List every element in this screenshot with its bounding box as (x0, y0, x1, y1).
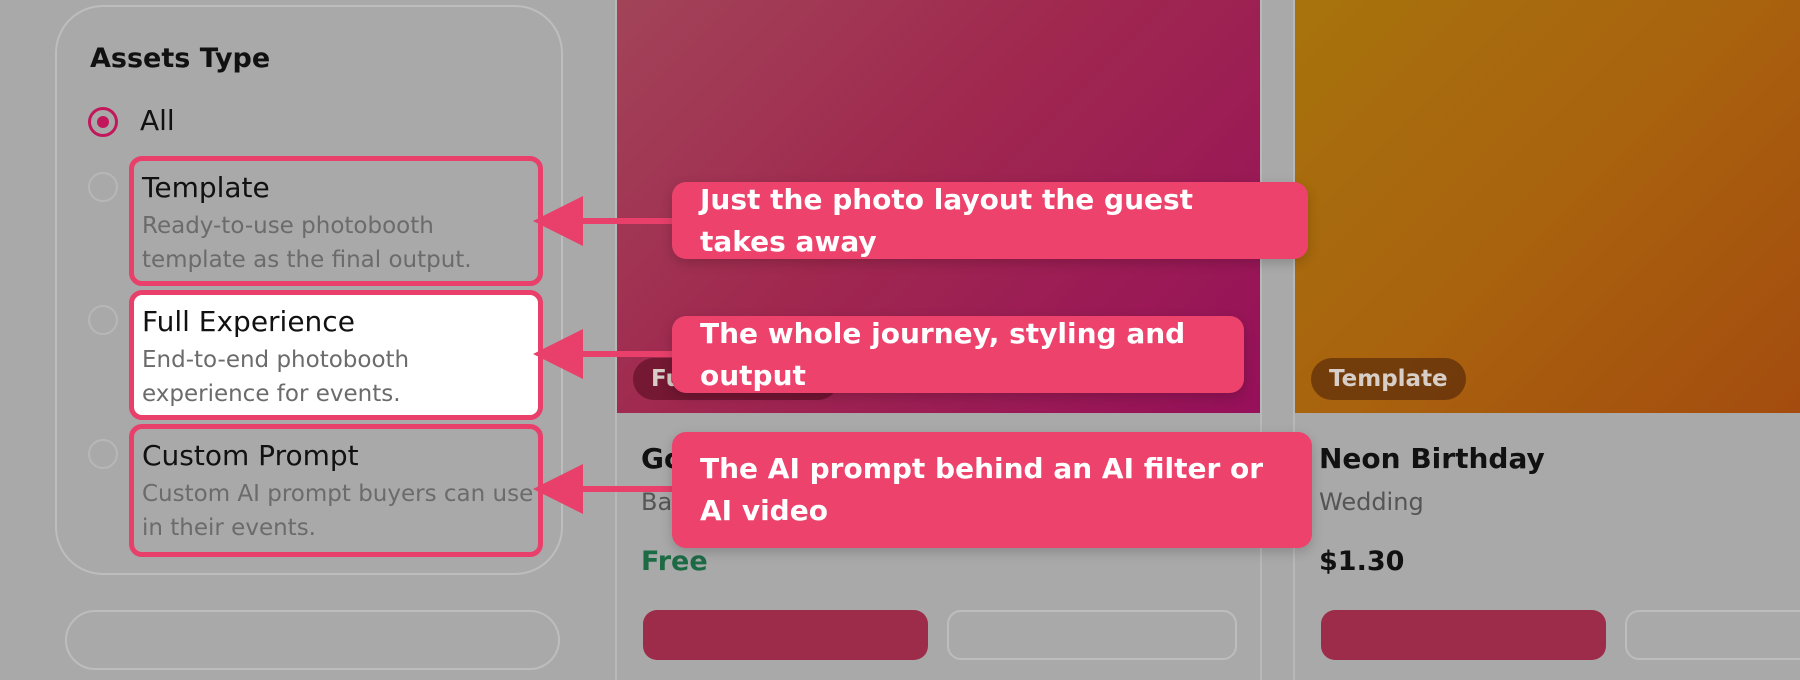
option-desc-template: Ready-to-use photobooth template as the … (142, 213, 472, 273)
option-custom-prompt[interactable]: Custom Prompt Custom AI prompt buyers ca… (129, 424, 543, 557)
card-title[interactable]: Neon Birthday (1319, 442, 1545, 475)
card-category: Wedding (1319, 488, 1424, 516)
card-secondary-button[interactable] (947, 610, 1237, 660)
card-primary-button[interactable] (1321, 610, 1606, 660)
radio-full-experience[interactable] (88, 305, 118, 335)
option-label-template: Template (142, 171, 270, 204)
filter-title: Assets Type (90, 43, 271, 74)
option-template[interactable]: Template Ready-to-use photobooth templat… (129, 156, 543, 286)
callout-custom-prompt: The AI prompt behind an AI filter or AI … (672, 432, 1312, 548)
asset-type-badge: Template (1311, 358, 1466, 400)
option-label-all[interactable]: All (140, 104, 175, 137)
option-label-full-experience: Full Experience (142, 305, 355, 338)
option-desc-custom-prompt: Custom AI prompt buyers can use in their… (142, 481, 534, 541)
radio-template[interactable] (88, 172, 118, 202)
option-full-experience[interactable]: Full Experience End-to-end photobooth ex… (129, 290, 543, 420)
product-card[interactable]: Template Neon Birthday Wedding $1.30 (1293, 0, 1800, 680)
card-primary-button[interactable] (643, 610, 928, 660)
radio-custom-prompt[interactable] (88, 439, 118, 469)
radio-all[interactable] (88, 107, 118, 137)
callout-template: Just the photo layout the guest takes aw… (672, 182, 1308, 259)
card-price: $1.30 (1319, 546, 1405, 577)
next-filter-panel (65, 610, 560, 670)
card-category: Ba (641, 488, 673, 516)
option-label-custom-prompt: Custom Prompt (142, 439, 359, 472)
option-desc-full-experience: End-to-end photobooth experience for eve… (142, 347, 410, 407)
card-secondary-button[interactable] (1625, 610, 1800, 660)
card-image[interactable] (1295, 0, 1800, 413)
card-price: Free (641, 546, 708, 577)
callout-full-experience: The whole journey, styling and output (672, 316, 1244, 393)
